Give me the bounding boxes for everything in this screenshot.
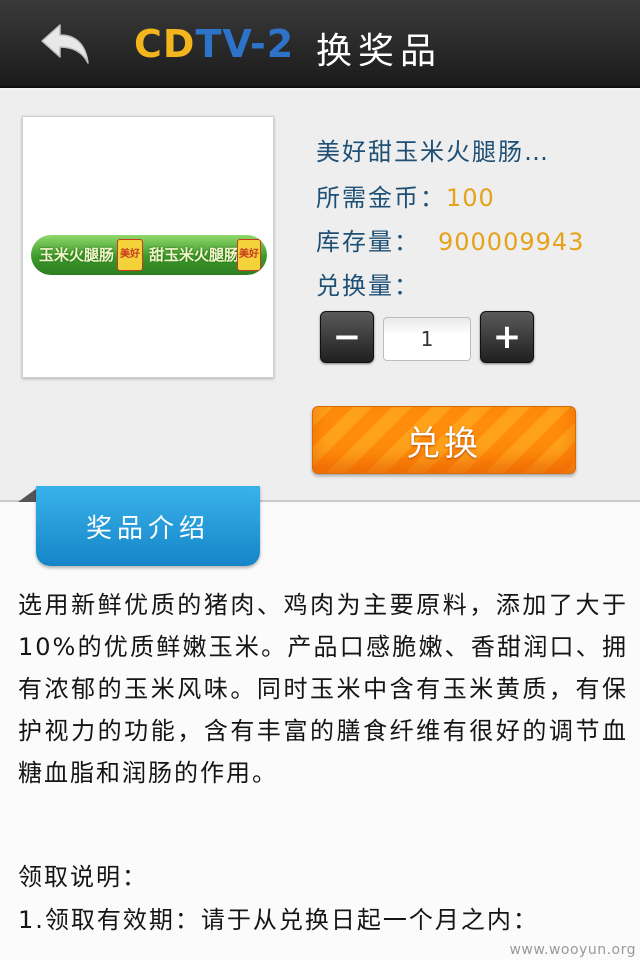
instructions-line: 1.领取有效期：请于从兑换日起一个月之内： <box>18 906 539 934</box>
decrease-quantity-button[interactable]: − <box>320 311 374 363</box>
brand-label: 美好 <box>237 239 261 271</box>
package-label: 玉米火腿肠 <box>39 246 115 264</box>
increase-quantity-button[interactable]: + <box>480 311 534 363</box>
app-header: CD TV-2 换奖品 <box>0 0 640 88</box>
brand-label: 美好 <box>117 239 143 271</box>
quantity-input[interactable] <box>383 317 471 361</box>
cctv2-logo: CD TV-2 <box>134 20 294 68</box>
product-summary: 玉米火腿肠 美好 甜玉米火腿肠 美好 美好甜玉米火腿肠… 所需金币：100 库存… <box>0 90 640 500</box>
back-button[interactable] <box>30 14 102 74</box>
cost-row: 所需金币：100 <box>316 178 495 213</box>
description-text: 选用新鲜优质的猪肉、鸡肉为主要原料，添加了大于10%的优质鲜嫩玉米。产品口感脆嫩… <box>18 591 628 787</box>
tab-prize-intro[interactable]: 奖品介绍 <box>36 486 260 566</box>
logo-text-part2: TV-2 <box>195 22 295 66</box>
sausage-image: 玉米火腿肠 美好 甜玉米火腿肠 美好 <box>31 235 267 275</box>
plus-icon: + <box>492 317 522 357</box>
package-label: 甜玉米火腿肠 <box>149 246 240 264</box>
watermark: www.wooyun.org <box>509 942 636 958</box>
stock-value: 900009943 <box>438 228 585 256</box>
logo-text-part1: CD <box>134 22 196 66</box>
quantity-label: 兑换量： <box>316 272 420 300</box>
redeem-button[interactable]: 兑换 <box>312 406 576 474</box>
page-title: 换奖品 <box>316 31 443 72</box>
product-name: 美好甜玉米火腿肠… <box>316 138 550 166</box>
prize-description-section: 奖品介绍 选用新鲜优质的猪肉、鸡肉为主要原料，添加了大于10%的优质鲜嫩玉米。产… <box>0 486 640 960</box>
instructions-title: 领取说明： <box>18 863 148 891</box>
cost-value: 100 <box>446 184 495 212</box>
cost-label: 所需金币： <box>316 184 446 212</box>
stock-row: 库存量： 900009943 <box>316 222 584 257</box>
stock-label: 库存量： <box>316 228 420 256</box>
minus-icon: − <box>332 317 362 357</box>
product-image: 玉米火腿肠 美好 甜玉米火腿肠 美好 <box>22 116 274 378</box>
back-arrow-icon <box>41 24 89 64</box>
